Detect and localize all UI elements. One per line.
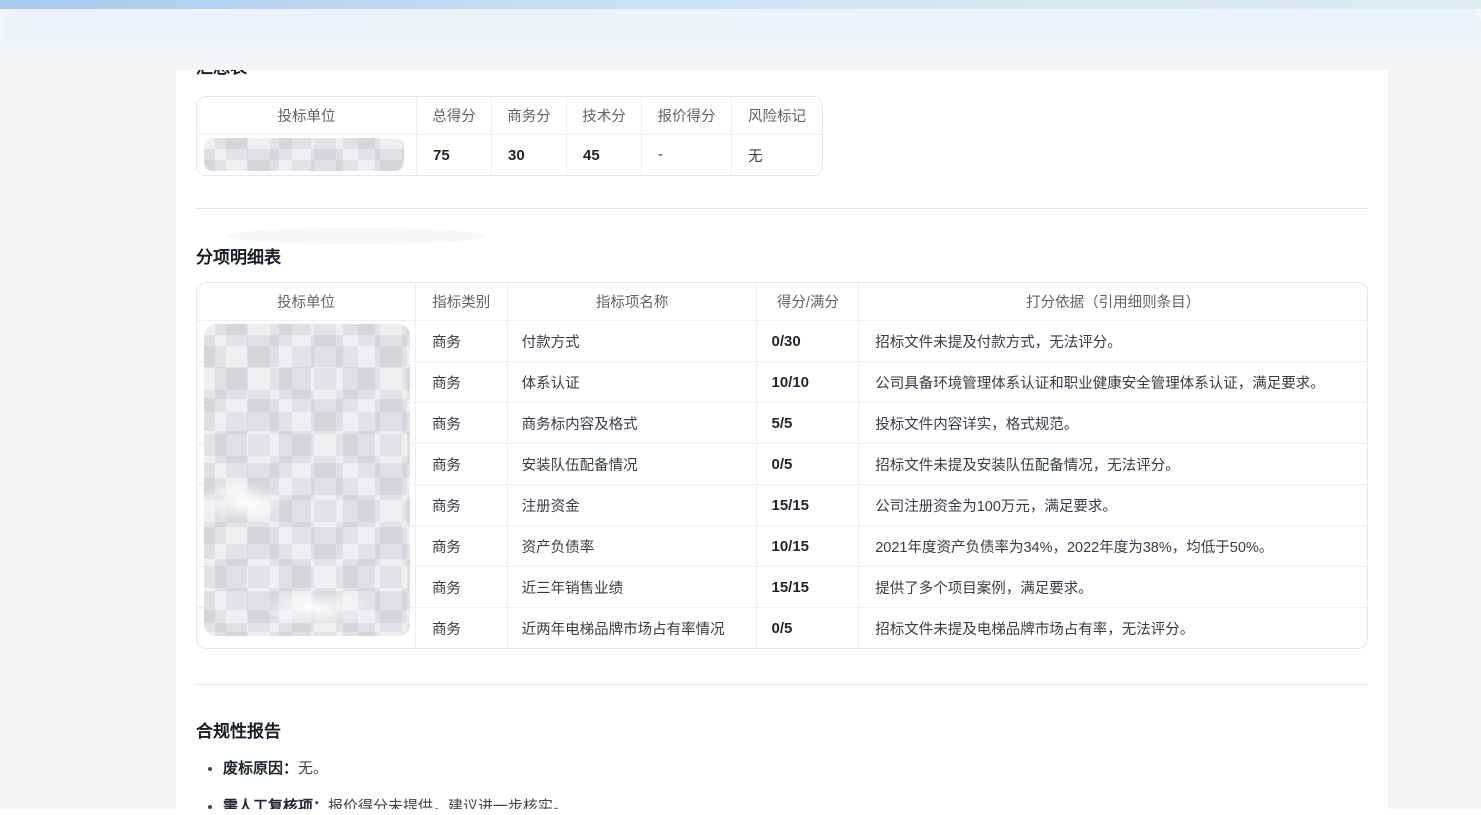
column-header-risk-flag: 风险标记 xyxy=(732,97,822,134)
section-divider xyxy=(196,684,1368,685)
detail-table: 投标单位 指标类别 指标项名称 得分/满分 打分依据（引用细则条目） 商务 付款… xyxy=(196,282,1368,649)
summary-header-row: 投标单位 总得分 商务分 技术分 报价得分 风险标记 xyxy=(197,97,822,134)
basis-cell: 招标文件未提及安装队伍配备情况，无法评分。 xyxy=(859,443,1367,484)
score-cell: 5/5 xyxy=(757,402,859,443)
column-header-scoring-basis: 打分依据（引用细则条目） xyxy=(859,283,1367,320)
category-cell: 商务 xyxy=(416,443,508,484)
risk-flag-cell: 无 xyxy=(732,134,822,175)
basis-cell: 提供了多个项目案例，满足要求。 xyxy=(859,566,1367,607)
redaction-spill xyxy=(226,228,486,244)
score-cell: 10/10 xyxy=(757,361,859,402)
section-divider xyxy=(196,208,1368,209)
basis-cell: 投标文件内容详实，格式规范。 xyxy=(859,402,1367,443)
summary-section-title: 汇总表 xyxy=(196,70,1368,80)
score-cell: 0/30 xyxy=(757,320,859,361)
compliance-item-rejection-reason: 废标原因：无。 xyxy=(223,758,1368,779)
category-cell: 商务 xyxy=(416,361,508,402)
item-name-cell: 商务标内容及格式 xyxy=(508,402,758,443)
score-cell: 15/15 xyxy=(757,484,859,525)
total-score-cell: 75 xyxy=(417,134,492,175)
bottom-edge-overlay xyxy=(0,809,1481,815)
report-content: 汇总表 投标单位 总得分 商务分 技术分 报价得分 风险标记 xyxy=(176,70,1388,815)
category-cell: 商务 xyxy=(416,402,508,443)
window-top-bar xyxy=(0,0,1481,9)
basis-cell: 招标文件未提及电梯品牌市场占有率，无法评分。 xyxy=(859,607,1367,648)
score-cell: 15/15 xyxy=(757,566,859,607)
item-name-cell: 资产负债率 xyxy=(508,525,758,566)
basis-cell: 2021年度资产负债率为34%，2022年度为38%，均低于50%。 xyxy=(859,525,1367,566)
score-cell: 0/5 xyxy=(757,443,859,484)
category-cell: 商务 xyxy=(416,525,508,566)
score-cell: 0/5 xyxy=(757,607,859,648)
column-header-business-score: 商务分 xyxy=(492,97,567,134)
column-header-category: 指标类别 xyxy=(416,283,508,320)
bullet-text: 无。 xyxy=(298,760,328,777)
compliance-section-title: 合规性报告 xyxy=(196,720,1368,744)
column-header-item-name: 指标项名称 xyxy=(508,283,758,320)
report-panel: 汇总表 投标单位 总得分 商务分 技术分 报价得分 风险标记 xyxy=(176,70,1388,815)
item-name-cell: 安装队伍配备情况 xyxy=(508,443,758,484)
column-header-score-ratio: 得分/满分 xyxy=(757,283,859,320)
column-header-total-score: 总得分 xyxy=(417,97,492,134)
column-header-technical-score: 技术分 xyxy=(567,97,642,134)
page-header-card xyxy=(5,9,1481,71)
bidder-name-cell xyxy=(197,134,417,175)
category-cell: 商务 xyxy=(416,484,508,525)
category-cell: 商务 xyxy=(416,607,508,648)
quote-score-cell: - xyxy=(642,134,732,175)
item-name-cell: 近三年销售业绩 xyxy=(508,566,758,607)
bullet-label: 废标原因 xyxy=(223,760,283,777)
summary-data-row: 75 30 45 - 无 xyxy=(197,134,822,175)
basis-cell: 公司注册资金为100万元，满足要求。 xyxy=(859,484,1367,525)
redacted-company-name xyxy=(204,324,410,636)
redacted-company-name xyxy=(204,138,404,171)
column-header-bidder: 投标单位 xyxy=(197,97,417,134)
summary-table: 投标单位 总得分 商务分 技术分 报价得分 风险标记 75 30 xyxy=(196,96,823,176)
column-header-quote-score: 报价得分 xyxy=(642,97,732,134)
business-score-cell: 30 xyxy=(492,134,567,175)
score-cell: 10/15 xyxy=(757,525,859,566)
compliance-list: 废标原因：无。 需人工复核项：报价得分未提供，建议进一步核实。 xyxy=(196,758,1368,815)
item-name-cell: 注册资金 xyxy=(508,484,758,525)
column-header-bidder: 投标单位 xyxy=(197,283,416,320)
item-name-cell: 近两年电梯品牌市场占有率情况 xyxy=(508,607,758,648)
item-name-cell: 体系认证 xyxy=(508,361,758,402)
technical-score-cell: 45 xyxy=(567,134,642,175)
category-cell: 商务 xyxy=(416,566,508,607)
detail-header-row: 投标单位 指标类别 指标项名称 得分/满分 打分依据（引用细则条目） xyxy=(197,283,1367,320)
item-name-cell: 付款方式 xyxy=(508,320,758,361)
category-cell: 商务 xyxy=(416,320,508,361)
basis-cell: 公司具备环境管理体系认证和职业健康安全管理体系认证，满足要求。 xyxy=(859,361,1367,402)
basis-cell: 招标文件未提及付款方式，无法评分。 xyxy=(859,320,1367,361)
detail-section-title: 分项明细表 xyxy=(196,246,1368,270)
